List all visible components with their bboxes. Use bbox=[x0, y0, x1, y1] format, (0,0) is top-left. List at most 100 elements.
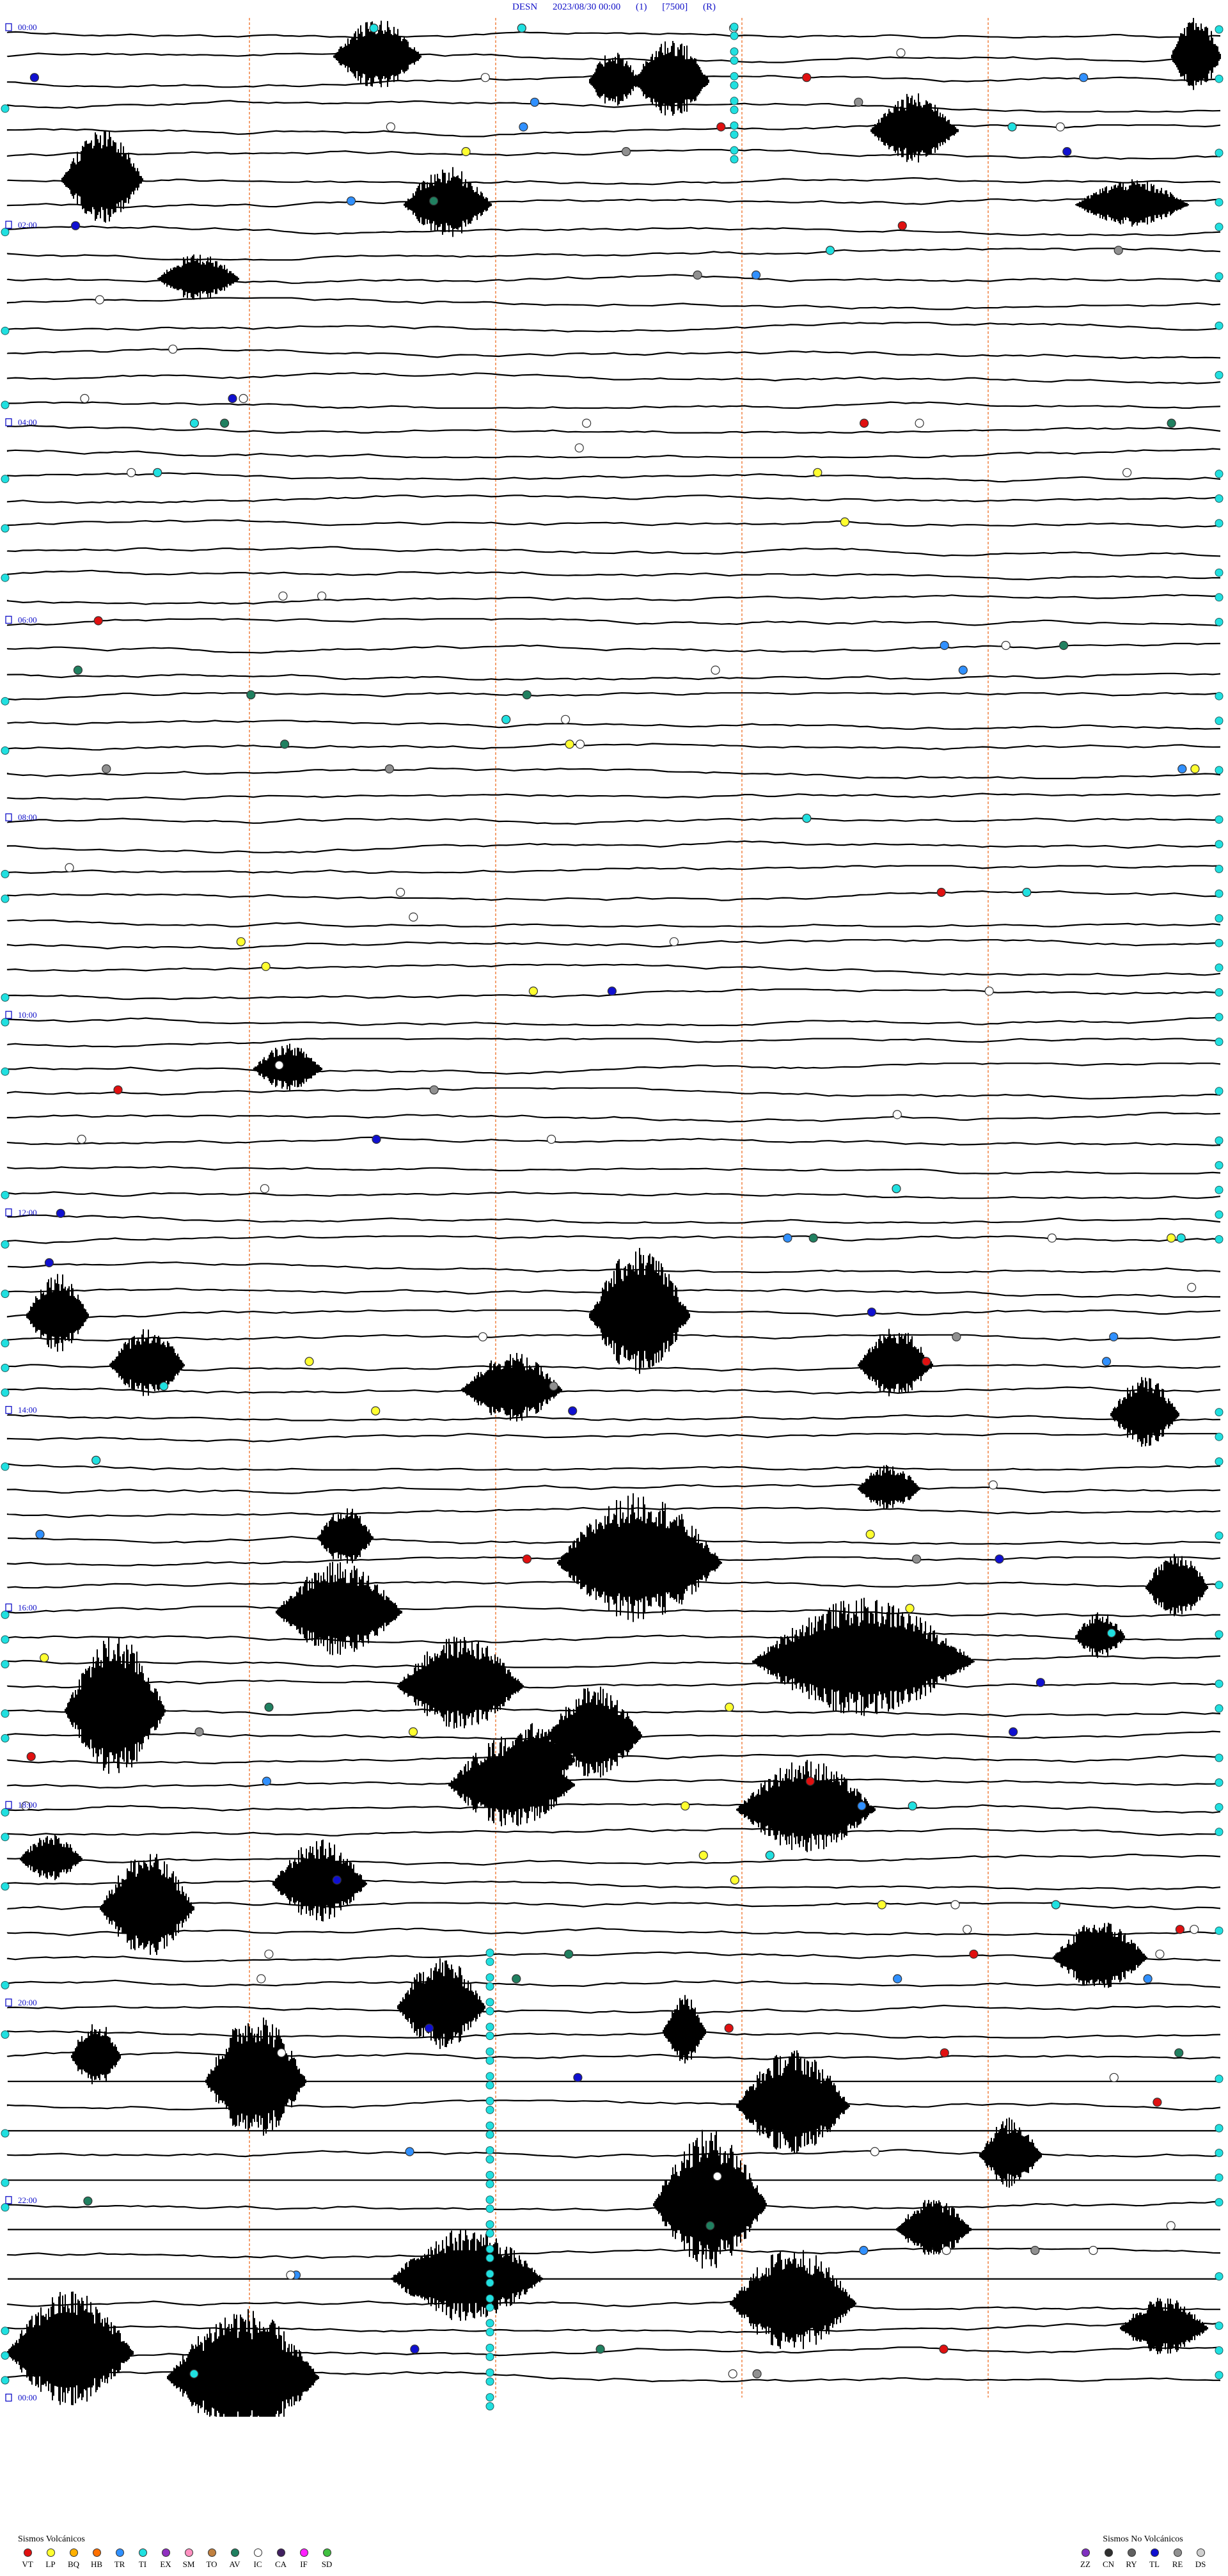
tremor-marker bbox=[1, 400, 10, 409]
event-marker bbox=[1089, 2245, 1098, 2256]
event-marker bbox=[1035, 1678, 1046, 1687]
seismic-burst bbox=[404, 167, 492, 237]
seismic-trace bbox=[6, 372, 1221, 384]
seismic-trace bbox=[6, 865, 1221, 874]
legend-volcanic-code: SM bbox=[182, 2559, 195, 2569]
seismic-burst bbox=[1120, 2298, 1208, 2355]
seismic-burst bbox=[870, 93, 959, 162]
hour-label: 08:00 bbox=[18, 812, 37, 822]
seismic-trace bbox=[6, 963, 1221, 977]
seismic-burst bbox=[65, 1637, 166, 1774]
event-marker bbox=[286, 2270, 295, 2280]
seismic-trace bbox=[6, 1087, 1221, 1100]
event-marker bbox=[765, 1851, 775, 1860]
tremor-marker bbox=[1215, 1210, 1224, 1219]
legend-nonvolcanic-code: TL bbox=[1149, 2559, 1160, 2569]
tremor-marker bbox=[1, 2203, 10, 2212]
event-marker bbox=[896, 48, 906, 58]
event-marker bbox=[384, 764, 395, 774]
tremor-marker bbox=[1215, 2272, 1224, 2281]
tremor-marker bbox=[1215, 1013, 1224, 1022]
legend-volcanic-code: HB bbox=[90, 2559, 103, 2569]
seismic-trace bbox=[6, 1879, 1221, 1891]
event-marker bbox=[805, 1776, 815, 1786]
hour-marker-icon bbox=[5, 1208, 12, 1217]
seismic-trace bbox=[6, 248, 1221, 261]
tremor-marker bbox=[1, 1734, 10, 1742]
station-code: DESN bbox=[512, 2, 538, 12]
tremor-marker bbox=[730, 106, 739, 115]
event-marker bbox=[1186, 1283, 1197, 1292]
legend-volcanic-item-ti: TI bbox=[133, 2548, 152, 2570]
seismic-trace bbox=[6, 1979, 1221, 1988]
event-marker bbox=[712, 2172, 722, 2181]
legend-volcanic-item-if: IF bbox=[294, 2548, 313, 2570]
event-marker bbox=[995, 1554, 1004, 1564]
event-marker bbox=[560, 715, 571, 724]
tremor-marker bbox=[485, 2056, 494, 2065]
event-marker bbox=[1190, 1925, 1199, 1934]
event-marker bbox=[528, 986, 539, 996]
legend-volcanic-code: IF bbox=[300, 2559, 308, 2569]
tremor-marker bbox=[1215, 2074, 1224, 2083]
seismic-trace bbox=[7, 1261, 1221, 1274]
tremor-marker bbox=[485, 2229, 494, 2238]
hour-label: 06:00 bbox=[18, 615, 37, 624]
tremor-marker bbox=[1215, 198, 1224, 207]
seismic-trace bbox=[6, 1853, 1221, 1866]
event-marker bbox=[1055, 122, 1065, 132]
tremor-marker bbox=[1, 1709, 10, 1718]
tremor-marker bbox=[1215, 2124, 1224, 2133]
tremor-marker bbox=[1215, 2321, 1224, 2330]
legend-volcanic-marker-icon bbox=[69, 2548, 78, 2557]
event-marker bbox=[574, 443, 584, 453]
tremor-marker bbox=[1215, 1803, 1224, 1812]
event-marker bbox=[1001, 640, 1011, 651]
event-marker bbox=[698, 1851, 708, 1860]
event-marker bbox=[65, 863, 74, 873]
legend-volcanic-marker-icon bbox=[230, 2548, 239, 2557]
tremor-marker bbox=[485, 2220, 494, 2229]
seismic-trace bbox=[6, 472, 1221, 483]
legend-nonvolcanic-item-ds: DS bbox=[1191, 2548, 1210, 2570]
tremor-marker bbox=[1, 2376, 10, 2385]
tremor-marker bbox=[1215, 716, 1224, 725]
tremor-marker bbox=[1215, 2346, 1224, 2355]
event-marker bbox=[478, 1332, 488, 1341]
event-marker bbox=[346, 196, 356, 206]
tremor-marker bbox=[730, 146, 739, 155]
seismic-trace bbox=[6, 297, 1221, 310]
tremor-marker bbox=[1215, 2198, 1224, 2207]
event-marker bbox=[236, 937, 246, 947]
event-marker bbox=[280, 739, 290, 749]
tremor-marker bbox=[1215, 889, 1224, 898]
event-marker bbox=[941, 2245, 951, 2256]
tremor-marker bbox=[1, 1882, 10, 1891]
hour-marker-icon bbox=[5, 2393, 12, 2402]
tremor-marker bbox=[1, 1833, 10, 1842]
event-marker bbox=[915, 418, 924, 428]
event-marker bbox=[877, 1900, 886, 1909]
seismic-trace bbox=[6, 1828, 1221, 1837]
hour-label: 00:00 bbox=[18, 22, 37, 32]
event-marker bbox=[893, 1974, 902, 1984]
legend-nonvolcanic-item-cn: CN bbox=[1099, 2548, 1118, 2570]
event-marker bbox=[56, 1208, 65, 1218]
tremor-marker bbox=[1, 1339, 10, 1348]
tremor-marker bbox=[1215, 840, 1224, 849]
tremor-marker bbox=[485, 2328, 494, 2337]
tremor-marker bbox=[730, 130, 739, 139]
record-datetime: 2023/08/30 00:00 bbox=[552, 2, 621, 12]
seismic-trace bbox=[6, 1927, 1221, 1938]
tremor-marker bbox=[1215, 568, 1224, 577]
tremor-marker bbox=[485, 2204, 494, 2213]
seismic-burst bbox=[858, 1465, 920, 1509]
tremor-marker bbox=[1, 475, 10, 484]
tremor-marker bbox=[1, 2327, 10, 2335]
seismic-trace bbox=[6, 840, 1221, 853]
event-marker bbox=[892, 1184, 901, 1194]
tremor-marker bbox=[1215, 1161, 1224, 1170]
event-marker bbox=[936, 887, 946, 897]
seismic-trace bbox=[6, 31, 1221, 39]
tremor-marker bbox=[1215, 1704, 1224, 1713]
